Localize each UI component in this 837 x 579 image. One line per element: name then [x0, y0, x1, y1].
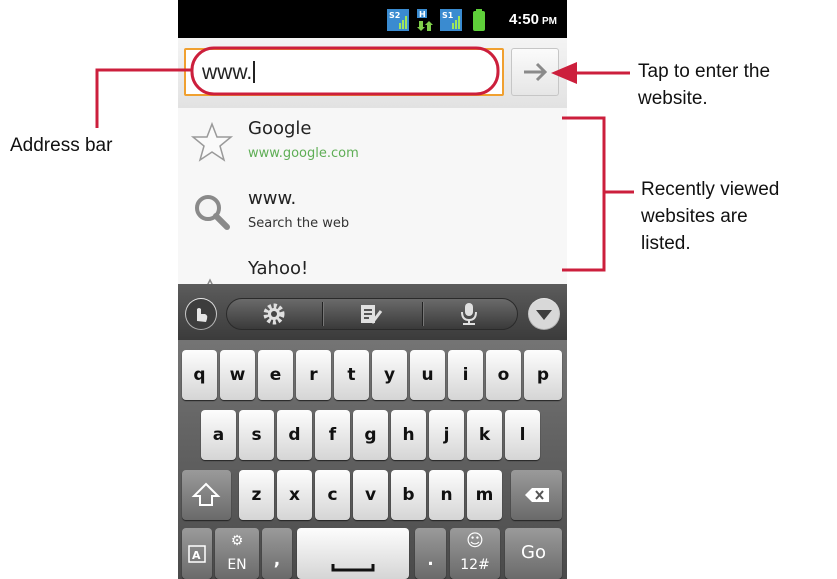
recent-sites-annotation: Recently viewed websites are listed. [641, 176, 779, 257]
address-bar-highlight [190, 46, 500, 96]
annotation-line: Tap to enter the [638, 61, 771, 82]
annotation-line: listed. [641, 233, 691, 254]
address-bar-callout-line [95, 68, 192, 128]
annotation-line: websites are [641, 206, 748, 227]
annotation-line: Recently viewed [641, 179, 780, 200]
annotation-line: website. [638, 88, 708, 109]
recent-bracket [562, 116, 606, 272]
address-bar-annotation: Address bar [10, 135, 113, 156]
go-callout-arrowhead [551, 62, 577, 84]
tap-enter-annotation: Tap to enter the website. [638, 58, 770, 112]
